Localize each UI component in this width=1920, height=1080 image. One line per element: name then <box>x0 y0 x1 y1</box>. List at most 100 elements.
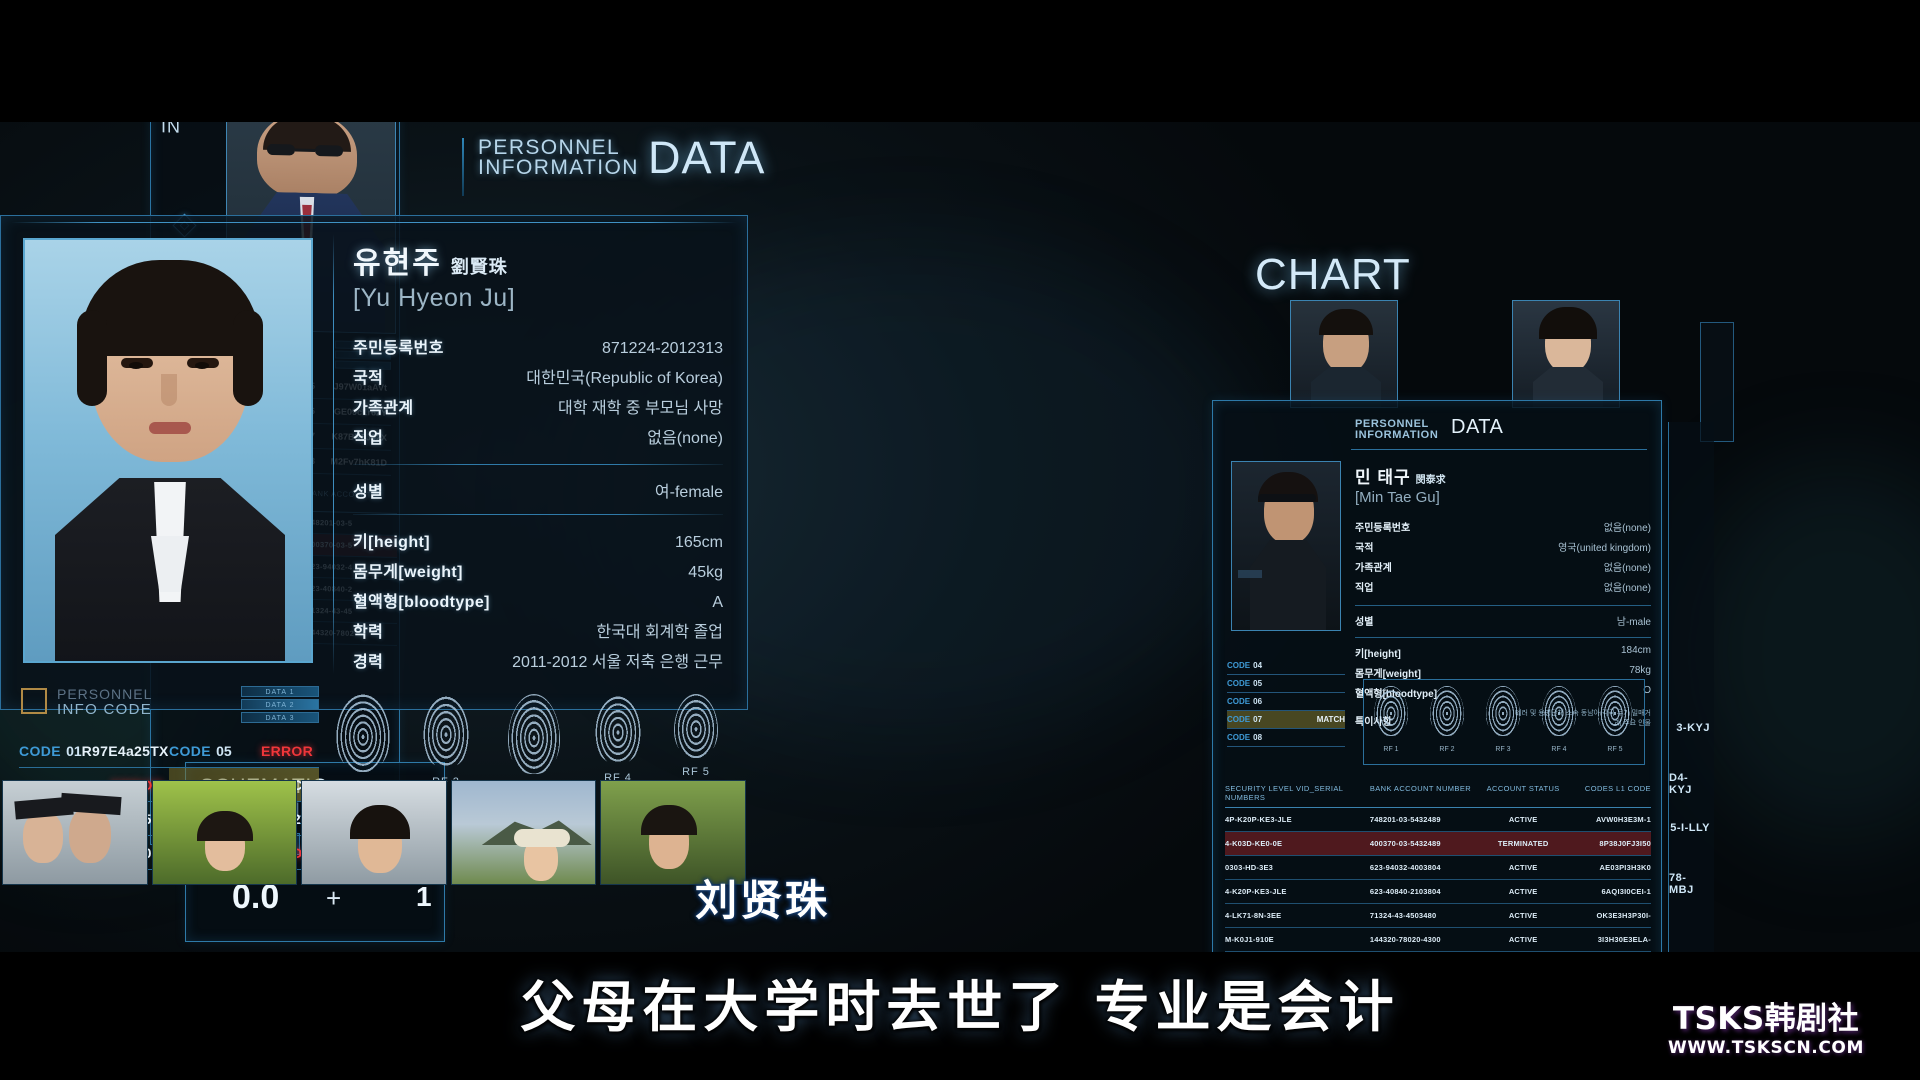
field-row: 혈액형[bloodtype] A <box>353 588 723 618</box>
right-code-label: CODE <box>1227 661 1251 670</box>
rt-cell-code: AVW0H3E3M-1 <box>1595 815 1651 824</box>
rt-cell-bank: 623-40840-2103804 <box>1369 887 1441 896</box>
code-number: 01 <box>66 742 82 759</box>
right-code-row[interactable]: CODE 07 MATCH <box>1227 711 1345 729</box>
right-table-row[interactable]: 4-K03D-KE0-0E 400370-03-5432489 TERMINATED… <box>1225 832 1651 856</box>
field-label: 가족관계 <box>353 400 414 417</box>
right-table-row[interactable]: 0303-HD-3E3 623-94032-4003804 ACTIVE AE03PI… <box>1225 856 1651 880</box>
right-fields-primary: 주민등록번호 없음(none) 국적 영국(united kingdom) 가족관계 없음… <box>1355 519 1651 599</box>
field-label: 국적 <box>353 370 384 387</box>
edge-code-3: 5-I-LLY <box>1670 822 1710 834</box>
code-cell[interactable]: CODE 05 ERROR <box>169 734 319 768</box>
photo-thumb-4[interactable] <box>450 780 597 885</box>
right-panel-title: PERSONNEL INFORMATION DATA <box>1355 416 1503 441</box>
right-fingerprint-row: RF 1 RF 2 RF 3 RF 4 RF 5 <box>1363 679 1645 765</box>
fingerprint[interactable]: RF 2 <box>422 694 470 788</box>
code-cell[interactable]: CODE 01 R97E4a25TX <box>19 734 169 768</box>
right-table-row[interactable]: M-K0J1-910E 144320-78020-4300 ACTIVE 3I3H30… <box>1225 928 1651 952</box>
edge-code-2: D4-KYJ <box>1669 772 1692 796</box>
right-table-row[interactable]: 4-K20P-KE3-JLE 623-40840-2103804 ACTIVE 6AQ… <box>1225 880 1651 904</box>
photo-thumb-1[interactable] <box>2 780 148 885</box>
field-row: 가족관계 대학 재학 중 부모님 사망 <box>353 394 723 424</box>
code-panel-title-2: INFO CODE <box>57 701 153 718</box>
rt-cell-serial: 4-K03D-KE0-0E <box>1225 839 1283 848</box>
subtitle-text: 父母在大学时去世了 专业是会计 <box>520 975 1400 1039</box>
field-row: 성별 여-female <box>353 478 723 508</box>
left-panel-title: PE IN <box>161 122 187 137</box>
right-fingerprint-ridge-icon <box>1542 686 1576 736</box>
right-table-header: SECURITY LEVEL VID_SERIAL NUMBERS BANK A… <box>1225 779 1651 808</box>
rt-cell-code: AE03PI3H3K0 <box>1599 863 1651 872</box>
code-panel-title-1: PERSONNEL <box>57 686 153 702</box>
field-value: 165cm <box>674 534 723 551</box>
field-label: 경력 <box>353 654 384 671</box>
chart-mugshot-2[interactable] <box>1512 300 1620 408</box>
right-title-big: DATA <box>1451 416 1504 438</box>
field-value: 대학 재학 중 부모님 사망 <box>558 400 723 417</box>
field-row: 키[height] 165cm <box>353 528 723 558</box>
field-value: 여-female <box>654 484 723 501</box>
right-fingerprint[interactable]: RF 3 <box>1486 686 1520 753</box>
data-chip-2[interactable]: DATA 2 <box>241 699 319 710</box>
photo-thumb-3[interactable] <box>301 780 447 885</box>
main-dossier-card: 유현주 劉賢珠 [Yu Hyeon Ju] 주민등록번호 871224-201231… <box>0 215 748 870</box>
data-chip-3[interactable]: DATA 3 <box>241 712 319 723</box>
right-field-label: 국적 <box>1355 543 1374 554</box>
chart-mugshot-1[interactable] <box>1290 300 1398 408</box>
right-field-row: 국적 영국(united kingdom) <box>1355 539 1651 559</box>
rt-cell-status: ACTIVE <box>1508 911 1538 920</box>
rt-cell-serial: 4P-K20P-KE3-JLE <box>1225 815 1292 824</box>
right-fingerprint[interactable]: RF 5 <box>1598 686 1632 753</box>
dossier-vertical-divider <box>333 234 334 674</box>
right-fingerprint-label: RF 1 <box>1383 746 1399 753</box>
right-table-row[interactable]: 4-LK71-8N-3EE 71324-43-4503480 ACTIVE OK3E3… <box>1225 904 1651 928</box>
right-code-row[interactable]: CODE 06 <box>1227 693 1345 711</box>
code-row: CODE 01 R97E4a25TX CODE 05 ERROR <box>19 734 319 768</box>
watermark: TSKS韩剧社 WWW.TSKSCN.COM <box>1668 993 1864 1058</box>
fingerprint[interactable]: RF 5 <box>674 694 718 778</box>
ambient-glow-right <box>1680 462 1920 842</box>
right-fingerprint[interactable]: RF 1 <box>1374 686 1408 753</box>
watermark-line1: TSKS韩剧社 <box>1672 1001 1860 1037</box>
right-code-label: CODE <box>1227 715 1251 724</box>
right-fingerprint[interactable]: RF 2 <box>1430 686 1464 753</box>
right-code-number: 07 <box>1253 715 1263 724</box>
right-table-body: 4P-K20P-KE3-JLE 748201-03-5432489 ACTIVE AV… <box>1225 808 1651 952</box>
field-label: 주민등록번호 <box>353 340 444 357</box>
right-field-label: 성별 <box>1355 617 1374 628</box>
data-chip-1[interactable]: DATA 1 <box>241 686 319 697</box>
fingerprint-ridge-icon <box>336 694 390 772</box>
right-field-value: 남-male <box>1616 617 1651 628</box>
rt-cell-status: ACTIVE <box>1508 935 1538 944</box>
schematic-increment-button[interactable]: + <box>326 883 341 914</box>
right-code-row[interactable]: CODE 05 <box>1227 675 1345 693</box>
field-row: 경력 2011-2012 서울 저축 은행 근무 <box>353 648 723 678</box>
right-field-label: 직업 <box>1355 583 1374 594</box>
field-value: 45kg <box>688 564 723 581</box>
right-fingerprint[interactable]: RF 4 <box>1542 686 1576 753</box>
edge-code-4: 78-MBJ <box>1669 872 1694 896</box>
schematic-input-value: 1 <box>416 881 432 912</box>
rt-cell-serial: 4-K20P-KE3-JLE <box>1225 887 1287 896</box>
right-fingerprint-ridge-icon <box>1430 686 1464 736</box>
fingerprint[interactable]: RF 1 <box>336 694 390 792</box>
right-code-row[interactable]: CODE 04 <box>1227 657 1345 675</box>
right-code-row[interactable]: CODE 08 <box>1227 729 1345 747</box>
photo-thumb-2[interactable] <box>151 780 298 885</box>
rt-cell-bank: 71324-43-4503480 <box>1369 911 1437 920</box>
right-table-row[interactable]: 4P-K20P-KE3-JLE 748201-03-5432489 ACTIVE AV… <box>1225 808 1651 832</box>
right-field-value: 184cm <box>1620 645 1651 656</box>
right-field-value: 없음(none) <box>1603 583 1651 594</box>
rt-cell-code: 8P38J0FJ3I50 <box>1599 839 1651 848</box>
right-name-korean: 민 태구 <box>1355 468 1411 487</box>
right-code-label: CODE <box>1227 679 1251 688</box>
subject-name-hanja: 劉賢珠 <box>450 257 508 277</box>
fingerprint[interactable]: RF 4 <box>594 694 642 784</box>
fingerprint[interactable]: RF 3 <box>508 694 560 794</box>
right-title-lines: PERSONNEL INFORMATION <box>1355 419 1438 441</box>
field-label: 직업 <box>353 430 384 447</box>
main-title-big: DATA <box>648 132 766 183</box>
right-code-list: CODE 04 CODE 05 CODE 06 CODE 07 MATCH CODE 08 <box>1227 657 1345 747</box>
right-field-row: 성별 남-male <box>1355 613 1651 633</box>
subject-name-korean: 유현주 <box>353 247 442 280</box>
